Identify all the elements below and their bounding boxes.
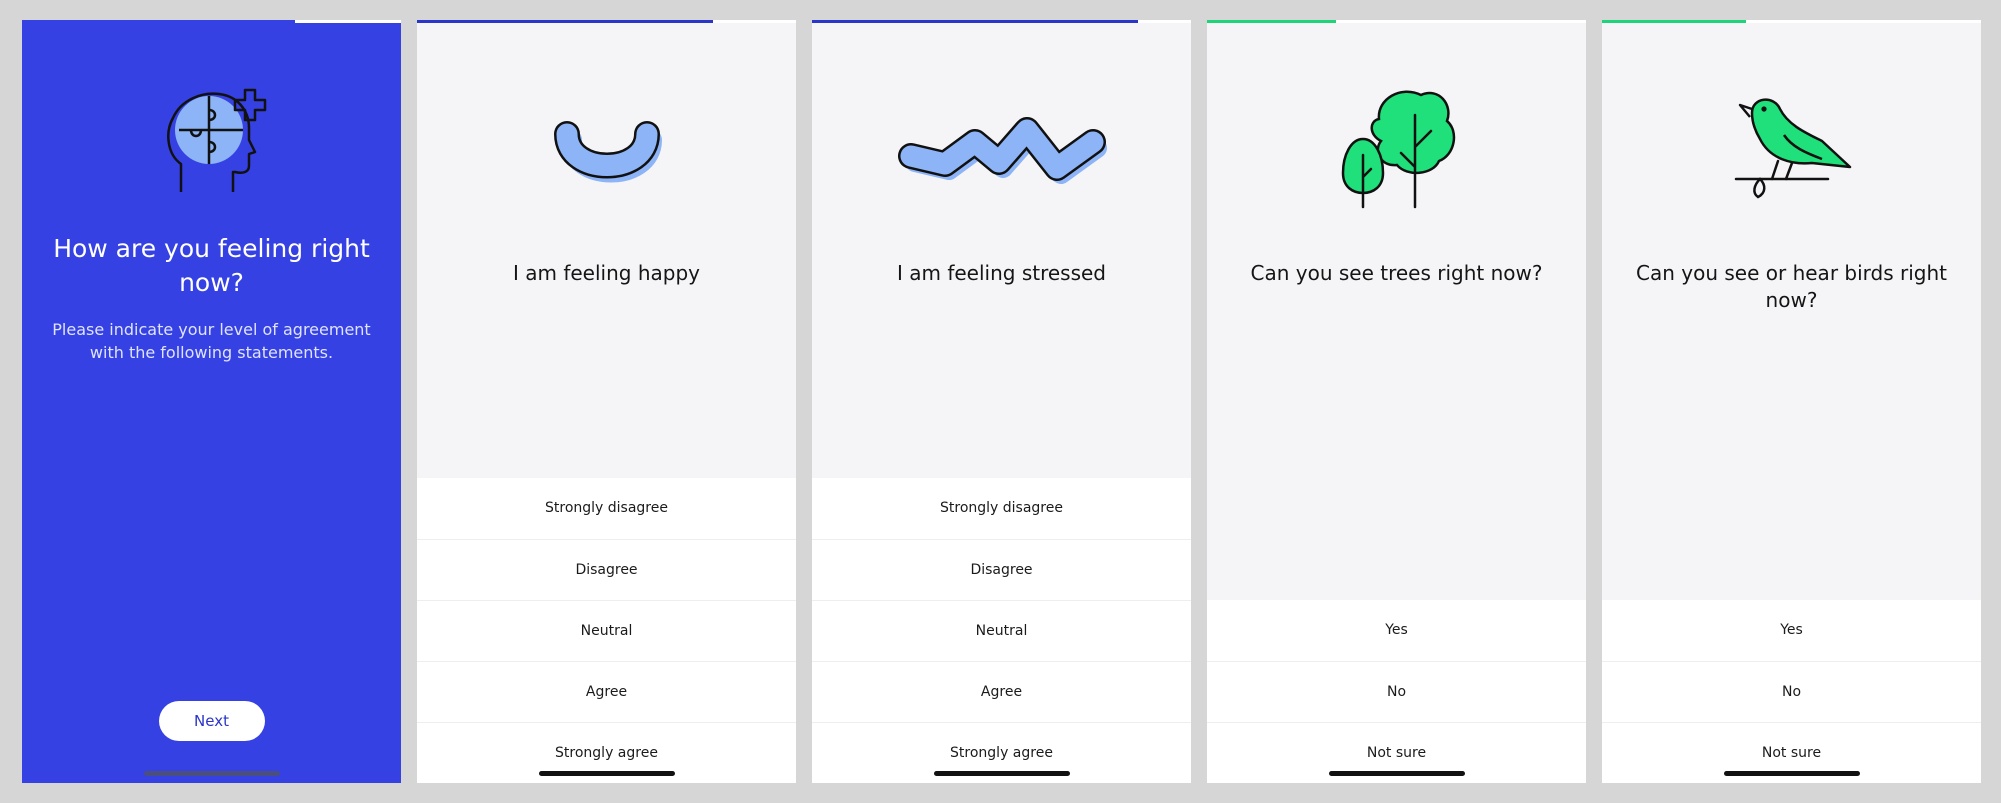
page-title: How are you feeling right now?: [53, 234, 370, 297]
question-text: I am feeling happy: [512, 261, 700, 285]
screen-birds: Can you see or hear birds right now? Yes…: [1602, 20, 1981, 783]
option-strongly-disagree[interactable]: Strongly disagree: [417, 478, 796, 539]
screen-intro: How are you feeling right now? Please in…: [22, 20, 401, 783]
option-agree[interactable]: Agree: [812, 661, 1191, 722]
instructions-text: Please indicate your level of agreement …: [52, 320, 371, 362]
progress-fill: [417, 20, 713, 23]
home-indicator: [143, 771, 280, 776]
progress-fill: [1602, 20, 1747, 23]
progress-bar: [812, 20, 1191, 23]
option-neutral[interactable]: Neutral: [417, 600, 796, 661]
next-button[interactable]: Next: [158, 701, 265, 741]
option-strongly-disagree[interactable]: Strongly disagree: [812, 478, 1191, 539]
illustration: [22, 80, 401, 230]
question-text: Can you see or hear birds right now?: [1636, 261, 1947, 312]
head-puzzle-icon: [22, 80, 401, 210]
progress-fill: [1207, 20, 1336, 23]
answer-options: Yes No Not sure: [1207, 600, 1586, 783]
option-yes[interactable]: Yes: [1602, 600, 1981, 661]
question-text: Can you see trees right now?: [1250, 261, 1543, 285]
answer-options: Yes No Not sure: [1602, 600, 1981, 783]
illustration: [417, 70, 796, 240]
progress-fill: [812, 20, 1138, 23]
option-disagree[interactable]: Disagree: [812, 539, 1191, 600]
option-agree[interactable]: Agree: [417, 661, 796, 722]
question-text: I am feeling stressed: [896, 261, 1107, 285]
progress-bar: [417, 20, 796, 23]
option-disagree[interactable]: Disagree: [417, 539, 796, 600]
smile-arc-icon: [417, 70, 796, 220]
option-no[interactable]: No: [1207, 661, 1586, 722]
illustration: [1207, 75, 1586, 245]
option-neutral[interactable]: Neutral: [812, 600, 1191, 661]
home-indicator: [933, 771, 1070, 776]
zigzag-icon: [812, 70, 1191, 220]
screen-trees: Can you see trees right now? Yes No Not …: [1207, 20, 1586, 783]
trees-icon: [1207, 75, 1586, 225]
illustration: [1602, 75, 1981, 245]
progress-bar: [22, 20, 401, 23]
progress-fill: [22, 20, 295, 23]
progress-bar: [1207, 20, 1586, 23]
home-indicator: [1723, 771, 1860, 776]
answer-options: Strongly disagree Disagree Neutral Agree…: [417, 478, 796, 783]
illustration: [812, 70, 1191, 240]
answer-options: Strongly disagree Disagree Neutral Agree…: [812, 478, 1191, 783]
screen-happy: I am feeling happy Strongly disagree Dis…: [417, 20, 796, 783]
home-indicator: [538, 771, 675, 776]
option-no[interactable]: No: [1602, 661, 1981, 722]
home-indicator: [1328, 771, 1465, 776]
option-yes[interactable]: Yes: [1207, 600, 1586, 661]
bird-icon: [1602, 75, 1981, 225]
screen-stressed: I am feeling stressed Strongly disagree …: [812, 20, 1191, 783]
progress-bar: [1602, 20, 1981, 23]
